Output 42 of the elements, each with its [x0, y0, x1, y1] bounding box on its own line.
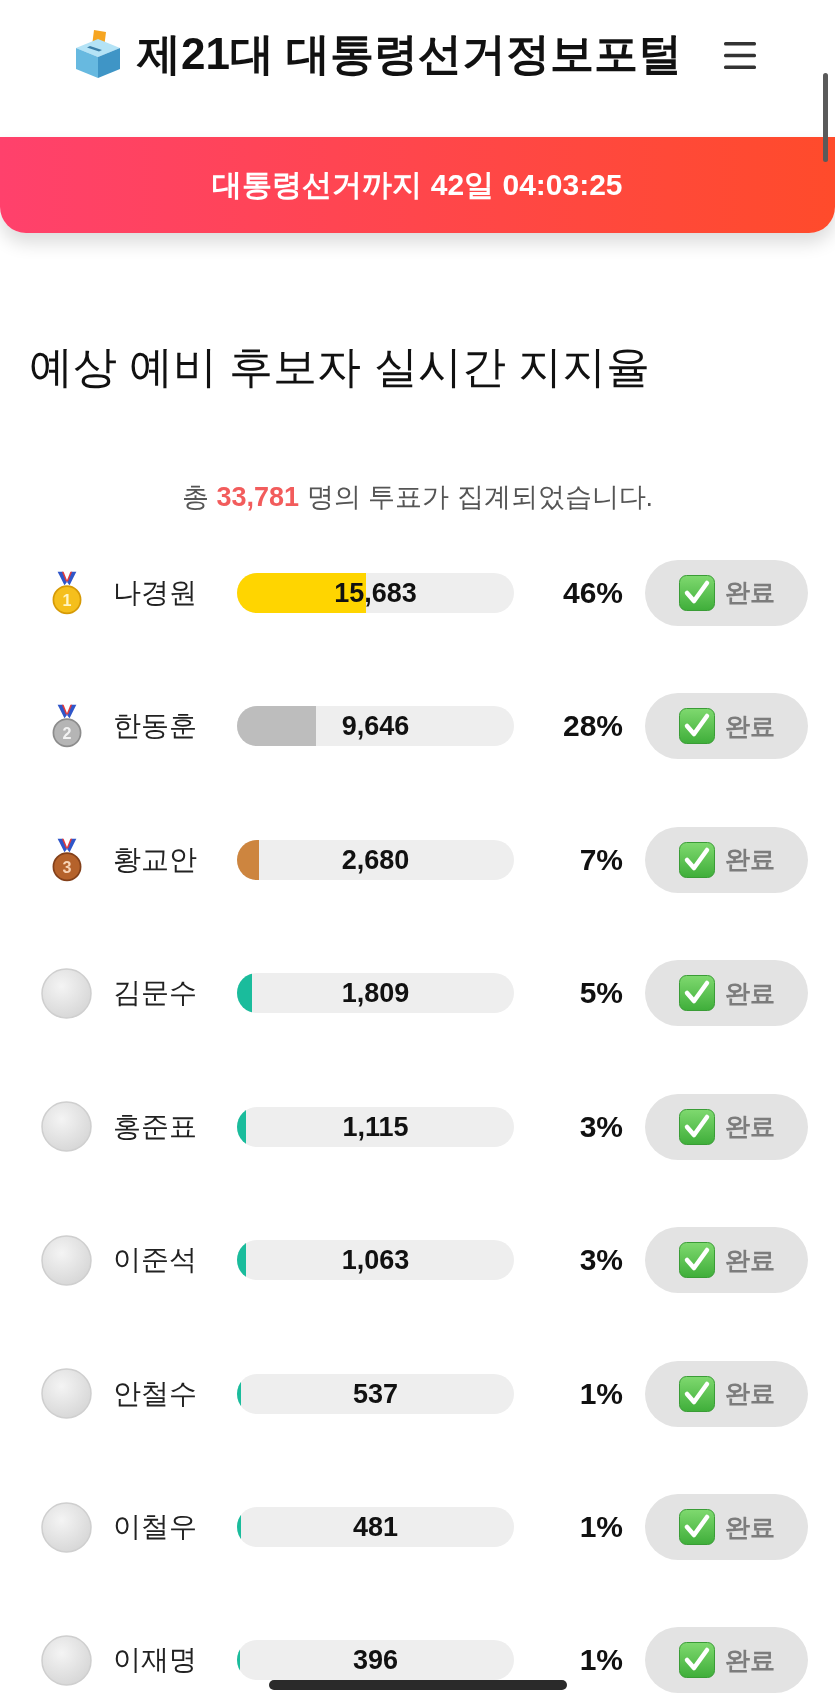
- vote-percent: 46%: [562, 575, 623, 610]
- candidate-name: 이준석: [113, 1243, 197, 1278]
- vote-percent: 7%: [579, 842, 623, 877]
- menu-button[interactable]: [724, 42, 756, 69]
- check-icon: [678, 574, 715, 611]
- vote-percent: 5%: [579, 976, 623, 1011]
- vote-percent: 3%: [579, 1243, 623, 1278]
- candidate-name: 한동훈: [113, 709, 197, 744]
- vote-percent: 28%: [562, 709, 623, 744]
- menu-icon: [724, 42, 756, 69]
- candidate-name: 이철우: [113, 1510, 197, 1545]
- candidate-name: 김문수: [113, 976, 197, 1011]
- candidate-name: 황교안: [113, 842, 197, 877]
- check-icon: [678, 1509, 715, 1546]
- vote-count: 9,646: [341, 711, 410, 742]
- vote-count: 1,063: [341, 1245, 410, 1276]
- vote-percent: 3%: [579, 1109, 623, 1144]
- check-icon: [678, 708, 715, 745]
- check-icon: [678, 1242, 715, 1279]
- candidate-name: 홍준표: [113, 1109, 197, 1144]
- site-title: 제21대 대통령선거정보포털: [137, 28, 683, 80]
- check-icon: [678, 1642, 715, 1678]
- check-icon: [678, 1375, 715, 1412]
- vote-percent: 1%: [579, 1376, 623, 1411]
- vote-count: 396: [352, 1645, 399, 1675]
- vote-count: 537: [352, 1378, 399, 1409]
- check-icon: [678, 841, 715, 878]
- check-icon: [678, 975, 715, 1012]
- candidate-name: 나경원: [113, 575, 197, 610]
- countdown-text: 대통령선거까지 42일 04:03:25: [212, 167, 623, 203]
- vote-percent: 1%: [579, 1643, 623, 1677]
- ballot-box-icon: [75, 29, 121, 79]
- vote-count: 481: [352, 1512, 399, 1543]
- check-icon: [678, 1108, 715, 1145]
- poll-heading: 예상 예비 후보자 실시간 지지율: [29, 343, 650, 391]
- vote-count: 2,680: [341, 844, 410, 875]
- vote-percent: 1%: [579, 1510, 623, 1545]
- vote-summary: 총 33,781 명의 투표가 집계되었습니다.: [181, 482, 654, 512]
- vote-count: 1,809: [341, 978, 410, 1009]
- candidate-name: 안철수: [113, 1376, 197, 1411]
- candidate-name: 이재명: [113, 1643, 197, 1677]
- vote-count: 1,115: [342, 1111, 409, 1142]
